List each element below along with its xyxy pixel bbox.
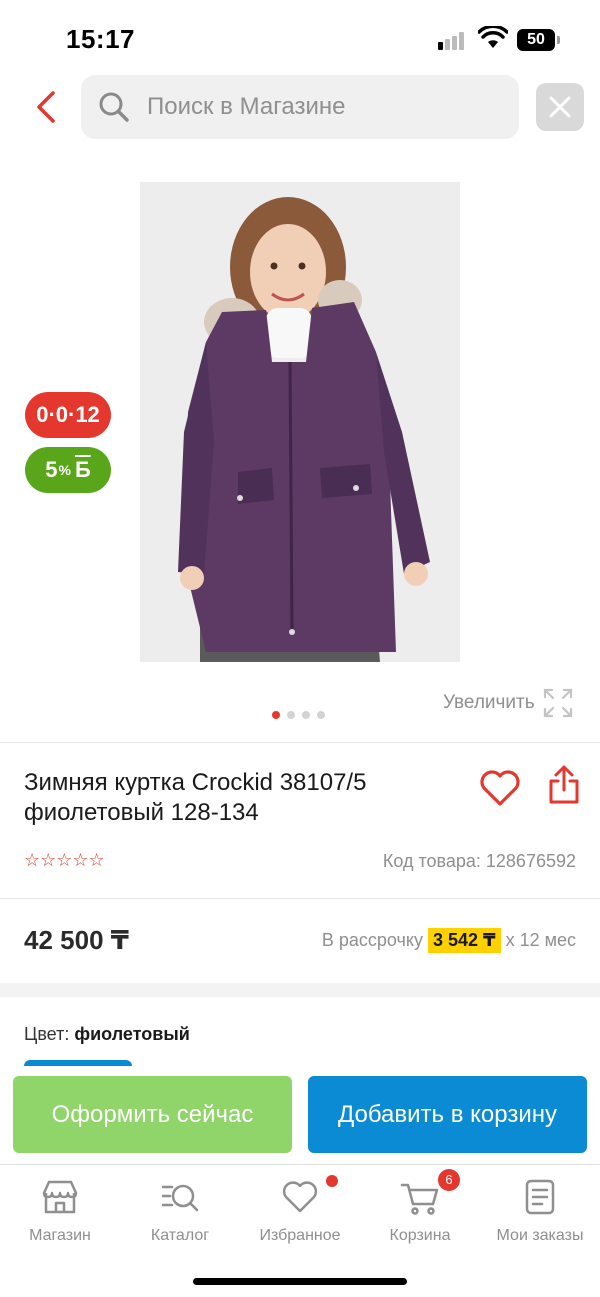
cart-count-badge: 6	[438, 1169, 460, 1191]
search-bar[interactable]	[81, 75, 519, 139]
store-icon	[40, 1177, 80, 1217]
bonus-percent: %	[58, 462, 71, 478]
heart-icon	[280, 1175, 338, 1217]
gallery-dot[interactable]	[302, 711, 310, 719]
installment-prefix: В рассрочку	[321, 930, 423, 950]
jacket-photo	[140, 182, 460, 662]
zoom-label: Увеличить	[443, 692, 535, 713]
search-icon	[97, 90, 131, 124]
nav-label: Каталог	[150, 1227, 210, 1244]
orders-icon	[520, 1177, 560, 1217]
catalog-search-icon	[160, 1177, 200, 1217]
status-time: 15:17	[66, 24, 135, 54]
favorite-button[interactable]	[478, 766, 522, 810]
wifi-icon	[478, 26, 508, 48]
installment-amount: 3 542 ₸	[428, 928, 501, 953]
expand-icon	[543, 688, 572, 718]
notification-dot	[326, 1175, 338, 1187]
gallery-pagination[interactable]	[272, 711, 325, 719]
share-button[interactable]	[547, 764, 581, 806]
battery-indicator: 50	[517, 29, 555, 51]
divider	[0, 742, 600, 743]
nav-item-orders[interactable]: Мои заказы	[480, 1177, 600, 1245]
chevron-left-icon	[37, 91, 55, 123]
checkout-now-button[interactable]: Оформить сейчас	[13, 1076, 292, 1153]
product-price: 42 500 ₸	[24, 925, 129, 955]
gallery-dot[interactable]	[272, 711, 280, 719]
installment-info[interactable]: В рассрочку 3 542 ₸ x 12 мес	[322, 928, 576, 953]
gallery-dot[interactable]	[287, 711, 295, 719]
nav-item-store[interactable]: Магазин	[0, 1177, 120, 1245]
color-value: фиолетовый	[74, 1024, 190, 1044]
nav-item-favorites[interactable]: Избранное	[240, 1175, 360, 1245]
nav-label: Магазин	[29, 1227, 91, 1244]
nav-item-cart[interactable]: 6 Корзина	[360, 1169, 480, 1245]
back-button[interactable]	[26, 84, 66, 130]
installment-suffix: x 12 мес	[505, 930, 576, 950]
color-line: Цвет: фиолетовый	[24, 1024, 190, 1045]
color-label: Цвет:	[24, 1024, 70, 1044]
nav-label: Корзина	[389, 1227, 451, 1244]
cellular-signal-icon	[438, 30, 470, 50]
product-title: Зимняя куртка Crockid 38107/5 фиолетовый…	[24, 769, 367, 826]
cart-icon: 6	[400, 1169, 460, 1217]
close-search-button[interactable]	[536, 83, 584, 131]
home-indicator[interactable]	[193, 1278, 407, 1285]
nav-label: Мои заказы	[496, 1227, 584, 1244]
bonus-badge: 5% Б	[25, 447, 111, 493]
heart-icon	[480, 770, 520, 806]
search-input[interactable]	[147, 93, 507, 121]
zoom-button[interactable]: Увеличить	[443, 688, 573, 718]
gallery-dot[interactable]	[317, 711, 325, 719]
status-bar: 15:17 50	[0, 0, 600, 80]
battery-tip	[557, 36, 560, 44]
product-sku: Код товара: 128676592	[382, 851, 576, 871]
rating-stars[interactable]: ☆☆☆☆☆	[24, 850, 105, 871]
nav-item-catalog[interactable]: Каталог	[120, 1177, 240, 1245]
bonus-value: 5	[45, 457, 58, 482]
installment-badge: 0·0·12	[25, 392, 111, 438]
divider	[0, 898, 600, 899]
share-icon	[549, 765, 579, 804]
nav-label: Избранное	[259, 1227, 341, 1244]
add-to-cart-button[interactable]: Добавить в корзину	[308, 1076, 587, 1153]
product-image[interactable]	[140, 182, 460, 662]
color-option[interactable]	[24, 1060, 132, 1066]
close-icon	[549, 96, 571, 118]
bonus-currency: Б	[74, 457, 91, 482]
section-separator	[0, 983, 600, 997]
